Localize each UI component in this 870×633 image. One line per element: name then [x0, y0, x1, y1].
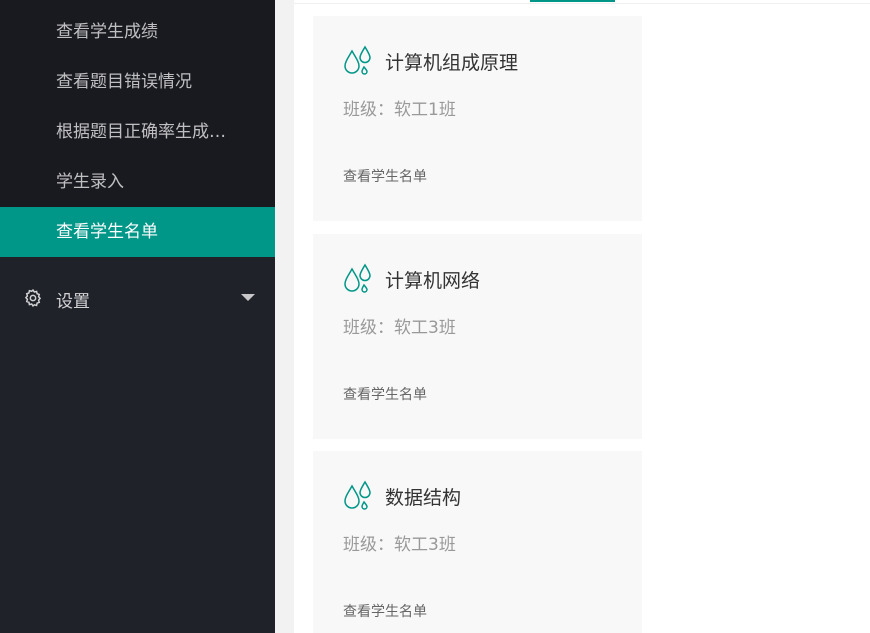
course-title: 计算机网络 [385, 270, 481, 292]
course-title: 计算机组成原理 [385, 52, 519, 74]
course-card: 计算机组成原理 班级：软工1班 查看学生名单 [313, 16, 642, 221]
caret-down-icon [241, 294, 255, 301]
sidebar: 查看学生成绩 查看题目错误情况 根据题目正确率生成… 学生录入 查看学生名单 设… [0, 0, 275, 633]
class-label: 班级： [343, 100, 394, 120]
course-class: 班级：软工3班 [343, 313, 456, 338]
gear-icon [24, 288, 42, 308]
class-value: 软工1班 [394, 100, 456, 120]
content-gutter [275, 0, 294, 633]
course-class: 班级：软工1班 [343, 95, 456, 120]
water-drops-icon [344, 480, 371, 510]
main-content: 计算机组成原理 班级：软工1班 查看学生名单 计算机网络 班级：软工3班 查看学… [275, 0, 870, 633]
menu-settings-label: 设置 [56, 292, 90, 312]
menu-item-student-list[interactable]: 查看学生名单 [0, 207, 275, 257]
menu-item-view-errors[interactable]: 查看题目错误情况 [0, 57, 275, 107]
view-student-list-link[interactable]: 查看学生名单 [343, 166, 427, 186]
menu-settings[interactable]: 设置 [0, 273, 275, 323]
course-class: 班级：软工3班 [343, 530, 456, 555]
course-card: 计算机网络 班级：软工3班 查看学生名单 [313, 234, 642, 439]
class-value: 软工3班 [394, 535, 456, 555]
view-student-list-link[interactable]: 查看学生名单 [343, 601, 427, 621]
menu-item-view-scores[interactable]: 查看学生成绩 [0, 7, 275, 57]
water-drops-icon [344, 263, 371, 293]
course-card: 数据结构 班级：软工3班 查看学生名单 [313, 451, 642, 633]
menu-item-generate-by-accuracy[interactable]: 根据题目正确率生成… [0, 107, 275, 157]
water-drops-icon [344, 45, 371, 75]
menu-item-student-entry[interactable]: 学生录入 [0, 157, 275, 207]
active-tab-indicator [530, 0, 615, 2]
class-value: 软工3班 [394, 318, 456, 338]
view-student-list-link[interactable]: 查看学生名单 [343, 384, 427, 404]
course-title: 数据结构 [385, 487, 462, 509]
class-label: 班级： [343, 535, 394, 555]
class-label: 班级： [343, 318, 394, 338]
submenu: 查看学生成绩 查看题目错误情况 根据题目正确率生成… 学生录入 查看学生名单 [0, 0, 275, 257]
